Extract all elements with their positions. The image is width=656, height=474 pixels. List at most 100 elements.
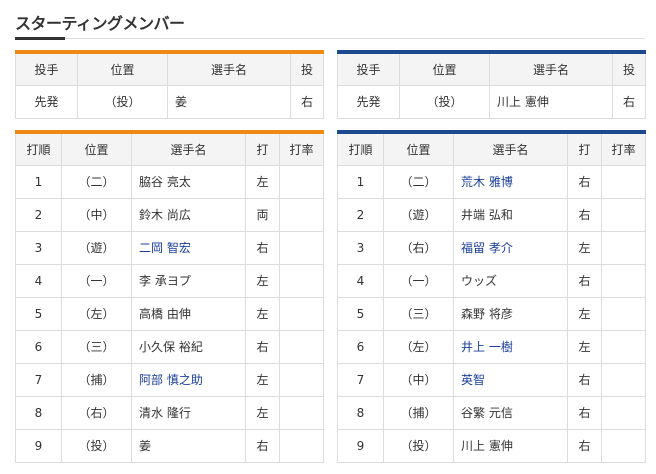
player-bats: 右 — [245, 329, 280, 364]
player-position: （投） — [383, 428, 454, 463]
player-bats: 右 — [245, 428, 280, 463]
player-position: （二） — [61, 164, 132, 199]
table-row: 9 （投）姜右 — [15, 428, 324, 463]
player-position: （右） — [61, 395, 132, 430]
player-position: （投） — [61, 428, 132, 463]
player-position: （中） — [383, 362, 454, 397]
player-name: 高橋 由伸 — [131, 296, 246, 331]
pitcher-position: （投） — [77, 84, 168, 119]
away-pitcher-table: 投手 位置 選手名 投 先発 （投） 川上 憲伸 右 — [337, 50, 646, 119]
player-name: 谷繁 元信 — [453, 395, 568, 430]
player-position: （一） — [383, 263, 454, 298]
player-position: （捕） — [383, 395, 454, 430]
player-bats: 右 — [567, 395, 602, 430]
player-name[interactable]: 二岡 智宏 — [131, 230, 246, 265]
table-row: 2 （中） 鈴木 尚広両 — [15, 197, 324, 232]
player-batting-average — [601, 296, 646, 331]
table-row: 先発 （投） 川上 憲伸 右 — [337, 84, 646, 119]
header-batting-average: 打率 — [279, 131, 324, 166]
batting-order: 3 — [15, 230, 62, 265]
table-row: 5 （左） 高橋 由伸左 — [15, 296, 324, 331]
header-position: 位置 — [77, 51, 168, 86]
player-batting-average — [601, 164, 646, 199]
header-throws: 投 — [290, 51, 324, 86]
batting-order: 1 — [337, 164, 384, 199]
player-bats: 右 — [567, 197, 602, 232]
batting-order: 8 — [15, 395, 62, 430]
header-position: 位置 — [61, 131, 132, 166]
table-header-row: 投手 位置 選手名 投 — [15, 51, 324, 86]
player-name: 鈴木 尚広 — [131, 197, 246, 232]
table-row: 1 （二） 脇谷 亮太左 — [15, 164, 324, 199]
batting-order: 6 — [15, 329, 62, 364]
header-player-name: 選手名 — [167, 51, 291, 86]
player-position: （三） — [61, 329, 132, 364]
header-position: 位置 — [399, 51, 490, 86]
pitcher-role: 先発 — [337, 84, 400, 119]
header-player-name: 選手名 — [453, 131, 568, 166]
header-batting-average: 打率 — [601, 131, 646, 166]
header-player-name: 選手名 — [489, 51, 613, 86]
pitcher-name: 川上 憲伸 — [489, 84, 613, 119]
player-batting-average — [279, 428, 324, 463]
player-name[interactable]: 阿部 慎之助 — [131, 362, 246, 397]
player-batting-average — [279, 164, 324, 199]
table-row: 7 （捕） 阿部 慎之助左 — [15, 362, 324, 397]
batting-order: 1 — [15, 164, 62, 199]
table-row: 4 （一）李 承ヨプ左 — [15, 263, 324, 298]
player-name: ウッズ — [453, 263, 568, 298]
table-row: 6 （三） 小久保 裕紀右 — [15, 329, 324, 364]
table-row: 8 （捕） 谷繁 元信右 — [337, 395, 646, 430]
player-name[interactable]: 井上 一樹 — [453, 329, 568, 364]
header-pitcher: 投手 — [15, 51, 78, 86]
player-bats: 左 — [245, 164, 280, 199]
player-name: 森野 将彦 — [453, 296, 568, 331]
player-name[interactable]: 福留 孝介 — [453, 230, 568, 265]
pitcher-name: 姜 — [167, 84, 291, 119]
pitcher-role: 先発 — [15, 84, 78, 119]
header-throws: 投 — [612, 51, 646, 86]
table-header-row: 打順 位置 選手名 打 打率 — [337, 131, 646, 166]
pitcher-throws: 右 — [612, 84, 646, 119]
player-position: （三） — [383, 296, 454, 331]
player-bats: 右 — [567, 428, 602, 463]
player-bats: 右 — [567, 362, 602, 397]
player-name: 姜 — [131, 428, 246, 463]
table-row: 5 （三） 森野 将彦左 — [337, 296, 646, 331]
table-row: 3 （遊） 二岡 智宏右 — [15, 230, 324, 265]
player-batting-average — [601, 362, 646, 397]
player-batting-average — [279, 329, 324, 364]
player-name: 井端 弘和 — [453, 197, 568, 232]
batting-order: 7 — [15, 362, 62, 397]
home-lineup-table: 打順 位置 選手名 打 打率 1 （二） 脇谷 亮太左 2 （中） 鈴木 尚広両 3 （遊）二… — [15, 130, 324, 463]
player-position: （二） — [383, 164, 454, 199]
title-accent-bar — [15, 37, 65, 40]
player-position: （遊） — [383, 197, 454, 232]
header-bats: 打 — [567, 131, 602, 166]
header-player-name: 選手名 — [131, 131, 246, 166]
player-name[interactable]: 英智 — [453, 362, 568, 397]
home-pitcher-table: 投手 位置 選手名 投 先発 （投） 姜 右 — [15, 50, 324, 119]
player-position: （右） — [383, 230, 454, 265]
batting-order: 2 — [337, 197, 384, 232]
player-name[interactable]: 荒木 雅博 — [453, 164, 568, 199]
player-batting-average — [601, 395, 646, 430]
batting-order: 9 — [337, 428, 384, 463]
away-lineup-table: 打順 位置 選手名 打 打率 1 （二） 荒木 雅博右 2 （遊） 井端 弘和右 3 （右）福… — [337, 130, 646, 463]
title-divider — [15, 38, 645, 39]
table-row: 7 （中） 英智右 — [337, 362, 646, 397]
player-batting-average — [279, 362, 324, 397]
table-row: 先発 （投） 姜 右 — [15, 84, 324, 119]
player-batting-average — [279, 296, 324, 331]
batting-order: 8 — [337, 395, 384, 430]
player-batting-average — [279, 395, 324, 430]
batting-order: 4 — [337, 263, 384, 298]
table-row: 2 （遊） 井端 弘和右 — [337, 197, 646, 232]
player-batting-average — [601, 230, 646, 265]
table-header-row: 投手 位置 選手名 投 — [337, 51, 646, 86]
player-position: （遊） — [61, 230, 132, 265]
player-bats: 左 — [245, 395, 280, 430]
player-name: 川上 憲伸 — [453, 428, 568, 463]
player-position: （左） — [383, 329, 454, 364]
player-bats: 右 — [245, 230, 280, 265]
